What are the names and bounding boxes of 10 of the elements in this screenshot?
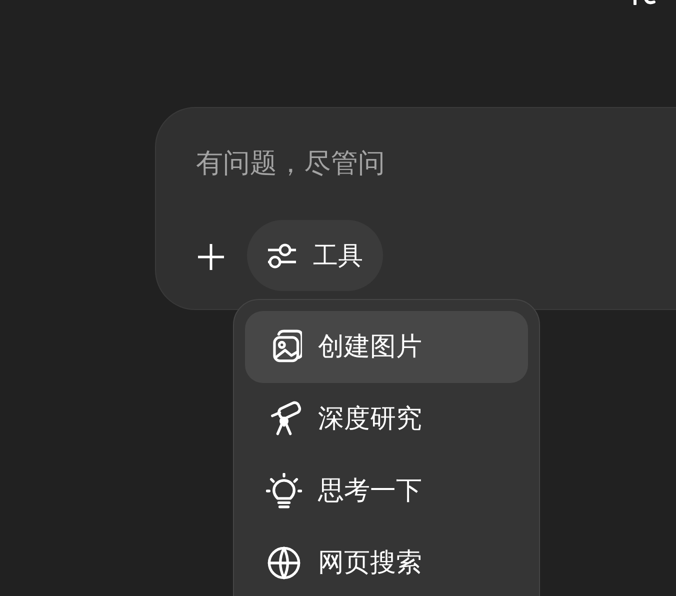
menu-item[interactable]: 创建图片 [245,311,528,383]
tools-button[interactable]: 工具 [247,220,383,291]
globe-icon [266,545,302,581]
menu-item[interactable]: 思考一下 [245,455,528,527]
menu-item[interactable]: 深度研究 [245,383,528,455]
menu-item[interactable]: 网页搜索 [245,527,528,596]
plus-icon[interactable] [196,242,226,272]
sliders-icon [267,242,297,268]
lightbulb-icon [266,473,302,509]
input-field[interactable]: 有问题，尽管问 [196,144,596,184]
